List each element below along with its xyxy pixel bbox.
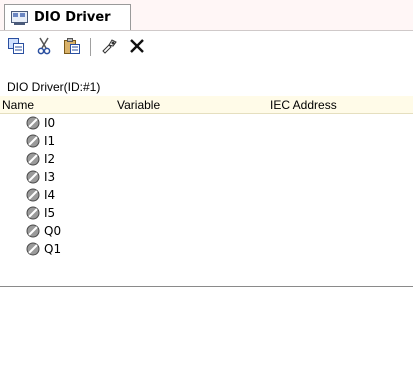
table-row[interactable]: I5 bbox=[0, 204, 413, 222]
table-row[interactable]: Q1 bbox=[0, 240, 413, 258]
table-row[interactable]: I2 bbox=[0, 150, 413, 168]
tab-dio-driver[interactable]: DIO Driver bbox=[4, 4, 131, 30]
paste-button[interactable] bbox=[62, 37, 82, 57]
io-point-icon bbox=[26, 116, 40, 130]
table-row[interactable]: I3 bbox=[0, 168, 413, 186]
io-point-icon bbox=[26, 242, 40, 256]
tab-label: DIO Driver bbox=[34, 10, 111, 25]
row-name: I0 bbox=[44, 116, 56, 130]
lower-pane bbox=[0, 287, 413, 376]
properties-icon bbox=[100, 37, 118, 58]
table-rows: I0 I1 I2 I3 I4 I5 Q0 Q1 bbox=[0, 114, 413, 258]
dio-driver-window: DIO Driver DIO Driver(ID:#1) Name Variab… bbox=[0, 0, 413, 376]
copy-icon bbox=[7, 37, 25, 58]
row-name: I4 bbox=[44, 188, 56, 202]
io-table: Name Variable IEC Address I0 I1 I2 I3 I4… bbox=[0, 96, 413, 286]
driver-caption: DIO Driver(ID:#1) bbox=[7, 80, 101, 94]
io-point-icon bbox=[26, 188, 40, 202]
tab-strip: DIO Driver bbox=[0, 0, 413, 31]
cut-button[interactable] bbox=[34, 37, 54, 57]
row-name: I2 bbox=[44, 152, 56, 166]
io-point-icon bbox=[26, 134, 40, 148]
row-name: I1 bbox=[44, 134, 56, 148]
io-point-icon bbox=[26, 152, 40, 166]
table-header: Name Variable IEC Address bbox=[0, 96, 413, 114]
row-name: I3 bbox=[44, 170, 56, 184]
column-header-variable[interactable]: Variable bbox=[117, 98, 160, 112]
io-point-icon bbox=[26, 170, 40, 184]
column-header-iec-address[interactable]: IEC Address bbox=[270, 98, 337, 112]
toolbar-separator bbox=[90, 38, 91, 56]
delete-button[interactable] bbox=[127, 37, 147, 57]
paste-icon bbox=[63, 37, 81, 58]
table-row[interactable]: Q0 bbox=[0, 222, 413, 240]
toolbar bbox=[0, 31, 413, 63]
row-name: I5 bbox=[44, 206, 56, 220]
row-name: Q1 bbox=[44, 242, 62, 256]
io-point-icon bbox=[26, 206, 40, 220]
table-row[interactable]: I4 bbox=[0, 186, 413, 204]
copy-button[interactable] bbox=[6, 37, 26, 57]
table-row[interactable]: I1 bbox=[0, 132, 413, 150]
cut-icon bbox=[36, 37, 52, 58]
delete-icon bbox=[129, 38, 145, 57]
table-row[interactable]: I0 bbox=[0, 114, 413, 132]
row-name: Q0 bbox=[44, 224, 62, 238]
properties-button[interactable] bbox=[99, 37, 119, 57]
column-header-name[interactable]: Name bbox=[2, 98, 34, 112]
io-point-icon bbox=[26, 224, 40, 238]
dio-driver-icon bbox=[11, 10, 28, 25]
